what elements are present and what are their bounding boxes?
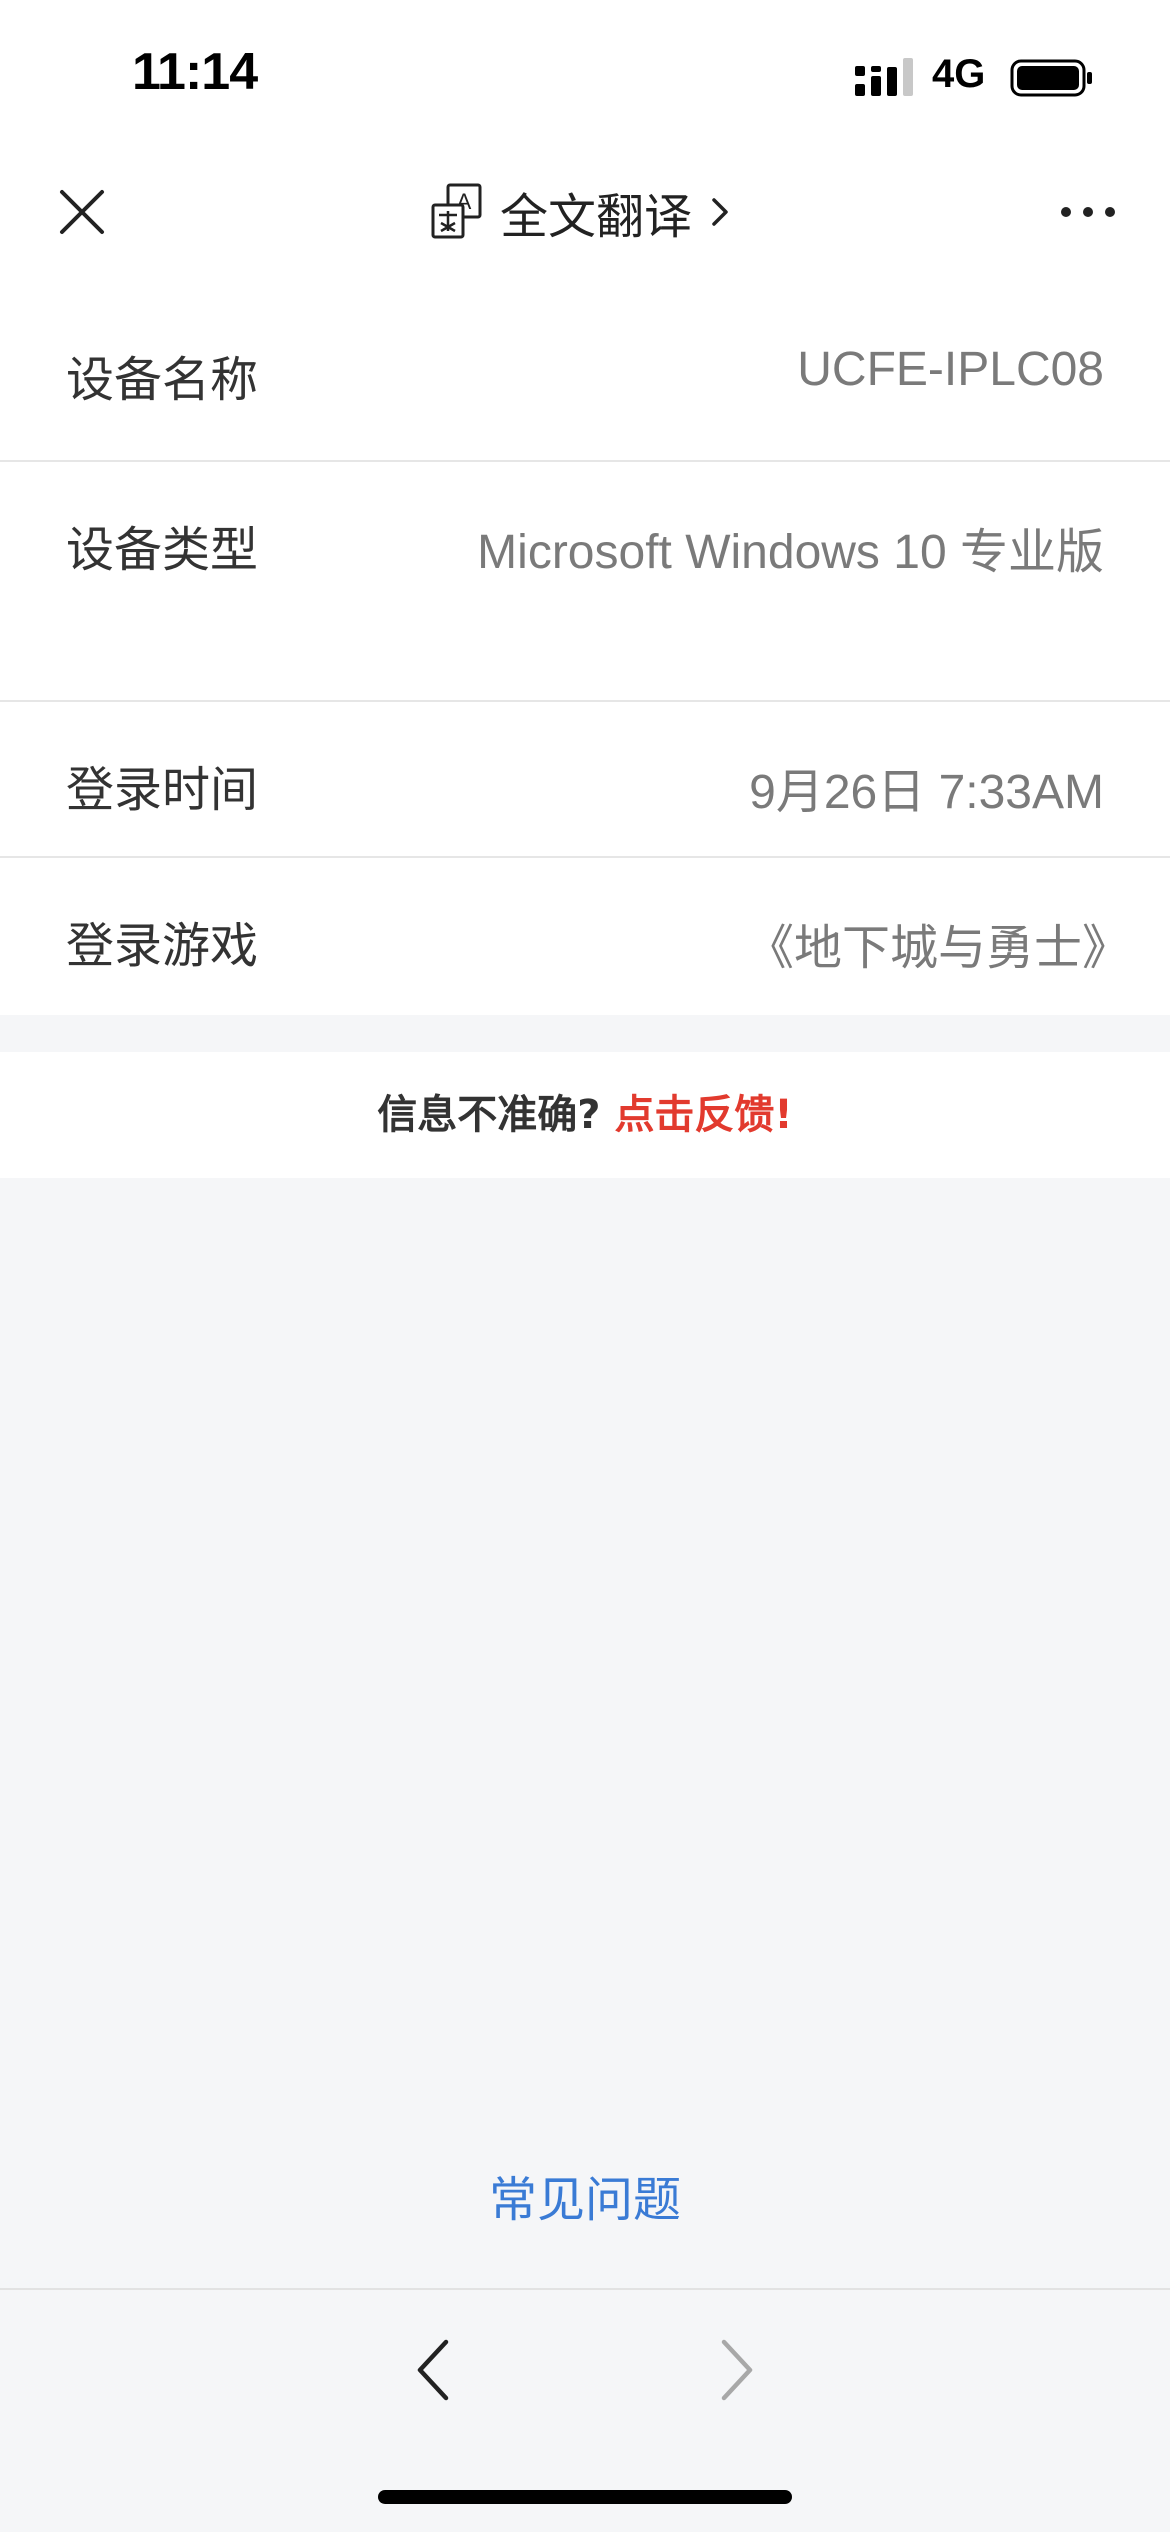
translate-icon: A (431, 183, 482, 239)
row-label: 设备类型 (66, 522, 259, 578)
row-label: 设备名称 (66, 352, 259, 408)
feedback-question: 信息不准确? (377, 1092, 601, 1138)
row-value: Microsoft Windows 10 专业版 (477, 526, 1104, 579)
feedback-link[interactable]: 点击反馈! (614, 1092, 792, 1138)
chevron-right-icon (712, 198, 728, 226)
more-icon[interactable] (1056, 190, 1120, 234)
battery-icon (1010, 59, 1092, 97)
nav-bar: A 全文翻译 (0, 150, 1170, 290)
feedback-bar: 信息不准确? 点击反馈! (0, 1052, 1170, 1178)
info-row-device-type: 设备类型 Microsoft Windows 10 专业版 (0, 462, 1170, 702)
translate-label: 全文翻译 (500, 189, 693, 245)
row-value: UCFE-IPLC08 (797, 343, 1104, 396)
row-label: 登录游戏 (66, 918, 259, 974)
status-bar: 11:14 4G (0, 0, 1170, 150)
network-type: 4G (932, 52, 986, 96)
info-row-device-name: 设备名称 UCFE-IPLC08 (0, 290, 1170, 462)
row-value: 9月26日 7:33AM (749, 766, 1104, 819)
forward-arrow-icon[interactable] (712, 2332, 760, 2408)
full-text-translate-button[interactable]: A 全文翻译 (430, 176, 734, 248)
cellular-signal-icon (855, 58, 913, 96)
info-row-login-time: 登录时间 9月26日 7:33AM (0, 702, 1170, 858)
device-info-list: 设备名称 UCFE-IPLC08 设备类型 Microsoft Windows … (0, 290, 1170, 1015)
row-label: 登录时间 (66, 762, 259, 818)
info-row-login-game: 登录游戏 《地下城与勇士》 (0, 858, 1170, 1015)
home-indicator (378, 2490, 792, 2504)
row-value: 《地下城与勇士》 (745, 922, 1130, 975)
faq-link[interactable]: 常见问题 (0, 2160, 1170, 2230)
close-icon[interactable] (50, 180, 114, 244)
back-arrow-icon[interactable] (410, 2332, 458, 2408)
status-time: 11:14 (132, 43, 258, 101)
